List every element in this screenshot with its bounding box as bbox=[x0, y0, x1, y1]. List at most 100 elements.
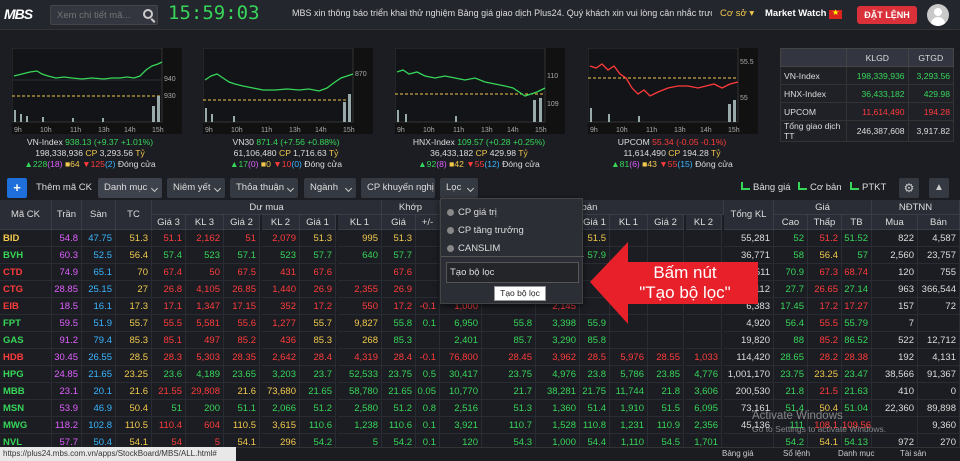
gear-icon[interactable]: ⚙ bbox=[899, 178, 919, 198]
mbs-logo[interactable]: MBS bbox=[4, 3, 46, 25]
vietnam-flag-icon[interactable] bbox=[829, 8, 842, 19]
add-symbol-plus-button[interactable]: + bbox=[7, 178, 27, 198]
price-stat-cell: 26.65 bbox=[808, 281, 842, 298]
price-stat-cell: 51.2 bbox=[808, 230, 842, 247]
symbol-cell[interactable]: CTD bbox=[0, 264, 52, 281]
match-price-cell: 85.3 bbox=[382, 332, 416, 349]
foreign-cell: 9,360 bbox=[918, 417, 960, 434]
price-stat-cell: 23.75 bbox=[774, 366, 808, 383]
tab-loc[interactable]: Lọc bbox=[440, 178, 478, 198]
floor-cell: 65.1 bbox=[82, 264, 116, 281]
avatar[interactable] bbox=[927, 4, 949, 26]
symbol-cell[interactable]: MWG bbox=[0, 417, 52, 434]
price-stat-cell: 57 bbox=[842, 247, 872, 264]
unit-ty: Tỷ bbox=[710, 148, 721, 158]
price-stat-cell: 70.9 bbox=[774, 264, 808, 281]
buy-cell: 268 bbox=[338, 332, 382, 349]
header-price-group: Giá bbox=[774, 200, 872, 215]
create-filter-button[interactable]: Tạo bộ lọc bbox=[446, 262, 579, 283]
summary-gtgd: 194.28 bbox=[907, 102, 955, 121]
clock: 15:59:03 bbox=[168, 2, 260, 24]
status-link-bang-gia[interactable]: Bảng giá bbox=[722, 449, 754, 458]
buy-cell: 28.4 bbox=[300, 349, 336, 366]
link-bang-gia[interactable]: Bảng giá bbox=[741, 182, 791, 193]
buy-cell: 1,277 bbox=[262, 315, 300, 332]
buy-cell: 51.3 bbox=[300, 230, 336, 247]
symbol-cell[interactable]: HDB bbox=[0, 349, 52, 366]
index-declines: ▼10 bbox=[273, 159, 292, 169]
header-sub: Thấp bbox=[808, 215, 842, 230]
chart-hnx-index[interactable]: 110 109 9h 10h 11h 13h 14h 15h bbox=[395, 48, 565, 134]
symbol-cell[interactable]: FPT bbox=[0, 315, 52, 332]
foreign-cell: 0 bbox=[918, 383, 960, 400]
base-selector[interactable]: Cơ sở ▾ bbox=[720, 8, 754, 19]
index-declines: ▼55 bbox=[466, 159, 485, 169]
filter-item-label: CP tăng trưởng bbox=[458, 225, 524, 236]
buy-cell: 550 bbox=[338, 298, 382, 315]
index-unchanged: ■64 bbox=[64, 159, 80, 169]
buy-cell: 523 bbox=[262, 247, 300, 264]
add-symbol-button[interactable]: Thêm mã CK bbox=[30, 178, 94, 198]
status-link-danh-muc[interactable]: Danh mục bbox=[838, 449, 874, 458]
market-watch-link[interactable]: Market Watch bbox=[765, 8, 826, 19]
vn30-x-tick-10h: 10h bbox=[231, 127, 243, 134]
foreign-cell: 4,587 bbox=[918, 230, 960, 247]
symbol-cell[interactable]: BID bbox=[0, 230, 52, 247]
link-co-ban[interactable]: Cơ bản bbox=[798, 182, 842, 193]
symbol-cell[interactable]: MBB bbox=[0, 383, 52, 400]
chart-vn-index[interactable]: 940 930 9h 10h 11h 13h 14h 15h bbox=[12, 48, 182, 134]
summary-label: Tổng giao dịch TT bbox=[780, 120, 847, 142]
search-icon[interactable] bbox=[143, 9, 153, 19]
chevron-up-icon[interactable]: ▲ bbox=[929, 178, 949, 198]
filter-item-label: CANSLIM bbox=[458, 243, 501, 254]
link-ptkt[interactable]: PTKT bbox=[850, 182, 886, 193]
price-stat-cell: 27.7 bbox=[774, 281, 808, 298]
tab-danh-muc[interactable]: Danh mục bbox=[98, 178, 162, 198]
symbol-cell[interactable]: EIB bbox=[0, 298, 52, 315]
floor-cell: 51.9 bbox=[82, 315, 116, 332]
symbol-cell[interactable]: CTG bbox=[0, 281, 52, 298]
header-match-group: Khớp bbox=[382, 200, 440, 215]
buy-cell: 5 bbox=[338, 434, 382, 447]
header-sub: Giá 1 bbox=[300, 215, 336, 230]
sell-cell: 28.55 bbox=[648, 349, 684, 366]
buy-cell: 1,440 bbox=[262, 281, 300, 298]
symbol-cell[interactable]: BVH bbox=[0, 247, 52, 264]
filter-item-growth[interactable]: CP tăng trưởng bbox=[447, 225, 524, 236]
match-volume-cell: 6,950 bbox=[440, 315, 482, 332]
tab-cp-khuyen-nghi[interactable]: CP khuyến nghị bbox=[361, 178, 435, 198]
chart-upcom[interactable]: 55.5 55 9h 10h 11h 13h 14h 15h bbox=[588, 48, 758, 134]
filter-item-value[interactable]: CP giá trị bbox=[447, 207, 497, 218]
buy-cell: 436 bbox=[262, 332, 300, 349]
sell-cell: 2,356 bbox=[686, 417, 722, 434]
vn30-x-tick-14h: 14h bbox=[315, 127, 327, 134]
symbol-cell[interactable]: GAS bbox=[0, 332, 52, 349]
upcom-x-tick-14h: 14h bbox=[700, 127, 712, 134]
symbol-search[interactable] bbox=[50, 5, 158, 25]
tab-nganh[interactable]: Ngành bbox=[304, 178, 356, 198]
status-link-tai-san[interactable]: Tài sản bbox=[900, 449, 926, 458]
index-value: 109.57 bbox=[457, 137, 484, 147]
summary-header-gtgd: GTGD bbox=[907, 48, 955, 67]
ceil-cell: 91.2 bbox=[52, 332, 82, 349]
symbol-cell[interactable]: MSN bbox=[0, 400, 52, 417]
tab-niem-yet[interactable]: Niêm yết bbox=[167, 178, 225, 198]
match-change-cell bbox=[416, 264, 440, 281]
match-volume-cell: 38,281 bbox=[536, 383, 580, 400]
chart-vn30[interactable]: 870 9h 10h 11h 13h 14h 15h bbox=[203, 48, 373, 134]
symbol-cell[interactable]: HPG bbox=[0, 366, 52, 383]
filter-item-canslim[interactable]: CANSLIM bbox=[447, 243, 500, 254]
match-volume-cell: 1,000 bbox=[536, 434, 580, 447]
unit-cp: CP bbox=[668, 148, 681, 158]
index-unchanged: ■42 bbox=[449, 159, 464, 169]
place-order-button[interactable]: ĐẶT LỆNH bbox=[857, 6, 917, 24]
header-sub: Giá 3 bbox=[152, 215, 186, 230]
symbol-cell[interactable]: NVL bbox=[0, 434, 52, 447]
tab-thoa-thuan[interactable]: Thỏa thuận bbox=[230, 178, 298, 198]
search-input[interactable] bbox=[51, 6, 137, 24]
summary-klgd: 36,433,182 bbox=[846, 84, 909, 103]
filter-item-label: CP giá trị bbox=[458, 207, 497, 218]
total-volume-cell bbox=[724, 434, 774, 447]
buy-cell: 21.6 bbox=[224, 383, 260, 400]
status-link-so-lenh[interactable]: Sổ lệnh bbox=[783, 449, 810, 458]
